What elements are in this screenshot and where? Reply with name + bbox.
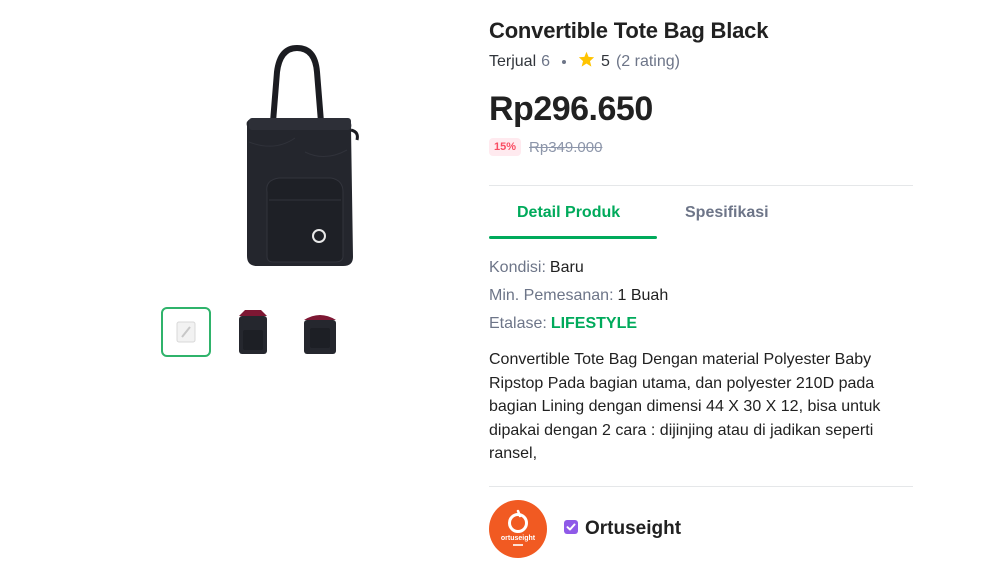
detail-tabs: Detail Produk Spesifikasi	[489, 186, 913, 239]
discount-row: 15% Rp349.000	[489, 138, 602, 156]
product-meta: Terjual 6 5 (2 rating)	[489, 51, 680, 72]
min-order-label: Min. Pemesanan:	[489, 287, 614, 304]
shop-logo-text: ortuseight	[501, 535, 536, 542]
sold-count: 6	[541, 52, 551, 70]
thumbnail-1[interactable]	[161, 307, 211, 357]
spec-condition: Kondisi: Baru	[489, 259, 584, 277]
condition-value: Baru	[549, 259, 584, 276]
tab-spesifikasi[interactable]: Spesifikasi	[685, 204, 769, 222]
product-main-image[interactable]	[235, 42, 370, 302]
tab-detail-produk[interactable]: Detail Produk	[517, 204, 620, 222]
thumbnail-2[interactable]	[228, 307, 278, 357]
sold-label: Terjual	[489, 52, 537, 70]
spec-showcase: Etalase: LIFESTYLE	[489, 315, 637, 333]
shop-info: ortuseight Ortuseight	[489, 500, 681, 558]
min-order-value: 1 Buah	[617, 287, 669, 304]
showcase-link[interactable]: LIFESTYLE	[551, 315, 637, 332]
active-tab-indicator	[489, 236, 657, 239]
product-description: Convertible Tote Bag Dengan material Pol…	[489, 351, 881, 462]
rating-value: 5	[601, 52, 610, 70]
showcase-label: Etalase:	[489, 315, 547, 332]
thumbnail-strip	[161, 307, 345, 357]
shop-logo[interactable]: ortuseight	[489, 500, 547, 558]
separator-dot	[562, 59, 567, 64]
verified-shop-badge-icon	[563, 519, 579, 540]
thumbnail-3[interactable]	[295, 307, 345, 357]
shop-name[interactable]: Ortuseight	[585, 518, 681, 540]
original-price: Rp349.000	[529, 138, 603, 156]
rating-count[interactable]: (2 rating)	[616, 53, 680, 71]
divider-bottom	[489, 486, 913, 487]
product-title: Convertible Tote Bag Black	[489, 18, 769, 43]
star-icon	[578, 51, 595, 72]
product-price: Rp296.650	[489, 90, 653, 128]
condition-label: Kondisi:	[489, 259, 546, 276]
discount-badge: 15%	[489, 138, 522, 156]
spec-min-order: Min. Pemesanan: 1 Buah	[489, 287, 668, 305]
